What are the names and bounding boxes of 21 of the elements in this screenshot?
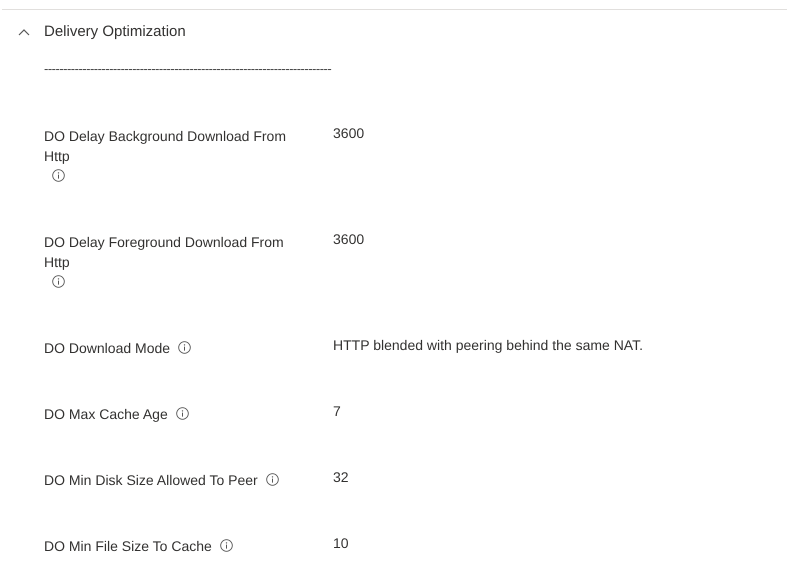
setting-label: DO Delay Background Download From Http [44,126,287,166]
info-icon[interactable] [178,340,192,354]
setting-value: 3600 [333,230,364,248]
setting-label: DO Max Cache Age [44,404,168,424]
section-title: Delivery Optimization [44,22,186,42]
setting-label: DO Min File Size To Cache [44,536,212,556]
info-icon[interactable] [52,274,65,288]
setting-value: 7 [333,402,341,420]
info-icon[interactable] [52,168,65,182]
separator-text: --------------------------------------------------------------------------- [44,62,332,74]
info-icon[interactable] [266,472,279,486]
setting-value: 3600 [333,124,364,142]
setting-label: DO Download Mode [44,338,170,358]
setting-value: HTTP blended with peering behind the same NAT. [333,336,643,355]
setting-label: DO Min Disk Size Allowed To Peer [44,470,258,490]
setting-label: DO Delay Foreground Download From Http [44,232,285,272]
chevron-up-icon [18,28,30,36]
setting-value: 10 [333,534,349,552]
setting-value: 32 [333,468,349,486]
info-icon[interactable] [220,538,233,552]
info-icon[interactable] [176,406,189,420]
